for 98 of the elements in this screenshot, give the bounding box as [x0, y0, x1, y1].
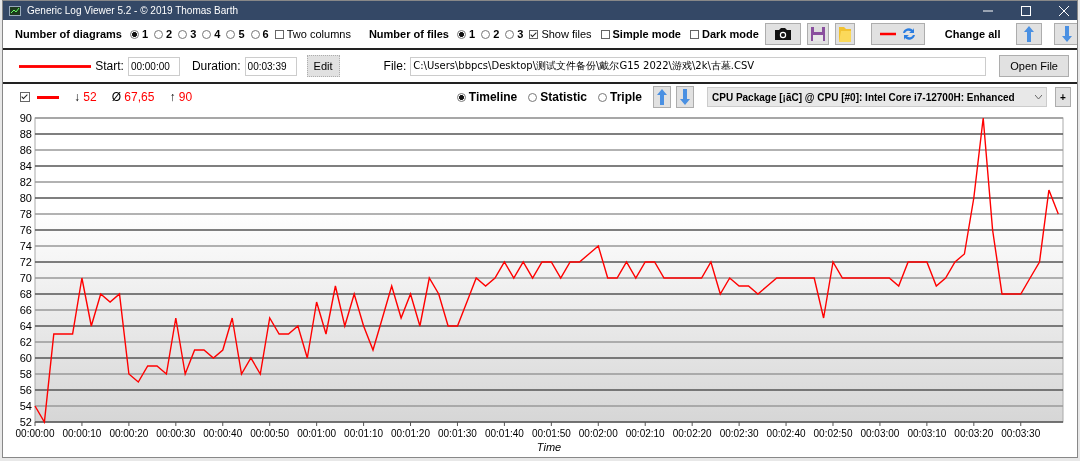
diagram-count-radio[interactable]: 3: [178, 28, 197, 40]
x-tick-label: 00:01:20: [391, 428, 430, 439]
stat-value: Ø 67,65: [111, 90, 155, 104]
file-count-radio[interactable]: 1: [457, 28, 476, 40]
two-columns-checkbox[interactable]: Two columns: [274, 28, 351, 40]
series-line-icon: [37, 95, 59, 99]
file-path-field[interactable]: C:\Users\bbpcs\Desktop\测试文件备份\戴尔G15 2022\游戏\2k\古墓.CSV: [410, 56, 987, 76]
view-mode-radio[interactable]: Statistic: [528, 90, 587, 104]
start-field[interactable]: 00:00:00: [127, 56, 180, 76]
diagram-count-radio[interactable]: 1: [129, 28, 149, 40]
app-icon: [9, 5, 21, 16]
y-tick-label: 78: [19, 208, 32, 220]
x-tick-label: 00:00:30: [156, 428, 196, 439]
x-tick-label: 00:01:00: [297, 428, 337, 439]
y-tick-label: 74: [19, 240, 32, 252]
duration-field[interactable]: 00:03:39: [244, 56, 297, 76]
stat-value: ↓ 52: [74, 90, 97, 104]
line-refresh-icon: [877, 27, 918, 41]
diagram-count-radio[interactable]: 2: [154, 28, 173, 40]
diagrams-label: Number of diagrams: [15, 28, 122, 40]
dark-mode-checkbox[interactable]: Dark mode: [690, 28, 759, 40]
file-count-radio[interactable]: 3: [505, 28, 524, 40]
x-tick-label: 00:02:10: [625, 428, 665, 439]
x-tick-label: 00:00:50: [250, 428, 290, 439]
files-label: Number of files: [368, 28, 449, 40]
folder-icon: [837, 25, 852, 43]
x-tick-label: 00:03:10: [907, 428, 947, 439]
down-arrow-icon: [680, 89, 690, 105]
x-tick-label: 00:02:40: [766, 428, 806, 439]
x-tick-label: 00:03:00: [860, 428, 900, 439]
x-axis-title: Time: [536, 441, 562, 453]
y-tick-label: 82: [19, 176, 32, 188]
y-tick-label: 88: [19, 128, 32, 140]
move-up-button[interactable]: [1016, 23, 1043, 45]
x-tick-label: 00:03:20: [954, 428, 994, 439]
stat-value: ↑ 90: [169, 90, 193, 104]
y-tick-label: 72: [19, 256, 32, 268]
folder-button[interactable]: [834, 23, 855, 45]
x-tick-label: 00:01:50: [531, 428, 571, 439]
x-tick-label: 00:03:30: [1001, 428, 1041, 439]
up-arrow-icon: [1024, 26, 1035, 42]
series-line-icon: [19, 64, 92, 68]
move-down-button[interactable]: [1054, 23, 1077, 45]
open-file-button[interactable]: Open File: [999, 55, 1069, 77]
x-tick-label: 00:02:00: [578, 428, 618, 439]
y-tick-label: 66: [19, 304, 32, 316]
x-tick-label: 00:00:40: [203, 428, 243, 439]
y-tick-label: 62: [19, 336, 32, 348]
x-tick-label: 00:01:10: [344, 428, 384, 439]
change-all-label: Change all: [944, 28, 1001, 40]
simple-mode-checkbox[interactable]: Simple mode: [600, 28, 681, 40]
down-arrow-icon: [1062, 26, 1073, 42]
y-tick-label: 68: [19, 288, 32, 300]
y-tick-label: 58: [19, 368, 32, 380]
show-files-checkbox[interactable]: Show files: [529, 28, 592, 40]
x-tick-label: 00:00:10: [62, 428, 102, 439]
sensor-dropdown[interactable]: CPU Package [¡ãC] @ CPU [#0]: Intel Core i7-12700H: Enhanced: [707, 87, 1047, 107]
y-tick-label: 86: [19, 144, 32, 156]
maximize-icon[interactable]: [1021, 5, 1031, 16]
edit-button[interactable]: Edit: [306, 55, 340, 77]
view-mode-radio[interactable]: Timeline: [456, 90, 518, 104]
x-tick-label: 00:02:30: [719, 428, 759, 439]
y-tick-label: 70: [19, 272, 32, 284]
start-label: Start:: [95, 59, 124, 73]
view-mode-radio[interactable]: Triple: [598, 90, 642, 104]
close-icon[interactable]: [1059, 5, 1069, 16]
series-checkbox[interactable]: [20, 92, 30, 102]
caret-icon: [1035, 95, 1042, 99]
y-tick-label: 52: [19, 416, 32, 428]
y-tick-label: 84: [19, 160, 32, 172]
y-tick-label: 76: [19, 224, 32, 236]
y-tick-label: 54: [19, 400, 32, 412]
diagram-count-radio[interactable]: 5: [226, 28, 245, 40]
save-button[interactable]: [806, 23, 829, 45]
y-tick-label: 64: [19, 320, 32, 332]
x-tick-label: 00:01:30: [438, 428, 477, 439]
file-count-radio[interactable]: 2: [481, 28, 500, 40]
y-tick-label: 80: [19, 192, 32, 204]
camera-button[interactable]: [764, 23, 801, 45]
up-arrow-icon: [657, 89, 667, 105]
move-down-button[interactable]: [676, 86, 694, 108]
add-button[interactable]: +: [1055, 87, 1071, 107]
x-tick-label: 00:01:40: [484, 428, 524, 439]
move-up-button[interactable]: [653, 86, 671, 108]
y-tick-label: 60: [19, 352, 32, 364]
x-tick-label: 00:02:20: [672, 428, 712, 439]
line-refresh-button[interactable]: [870, 23, 925, 45]
window-title: Generic Log Viewer 5.2 - © 2019 Thomas Barth: [27, 5, 238, 16]
diagram-count-radio[interactable]: 4: [202, 28, 221, 40]
diagram-count-radio[interactable]: 6: [250, 28, 269, 40]
duration-label: Duration:: [191, 59, 241, 73]
x-tick-label: 00:00:00: [15, 428, 55, 439]
camera-icon: [773, 27, 792, 41]
x-tick-label: 00:02:50: [813, 428, 853, 439]
y-tick-label: 90: [19, 112, 32, 124]
file-label: File:: [383, 59, 407, 73]
y-tick-label: 56: [19, 384, 32, 396]
x-tick-label: 00:00:20: [109, 428, 149, 439]
